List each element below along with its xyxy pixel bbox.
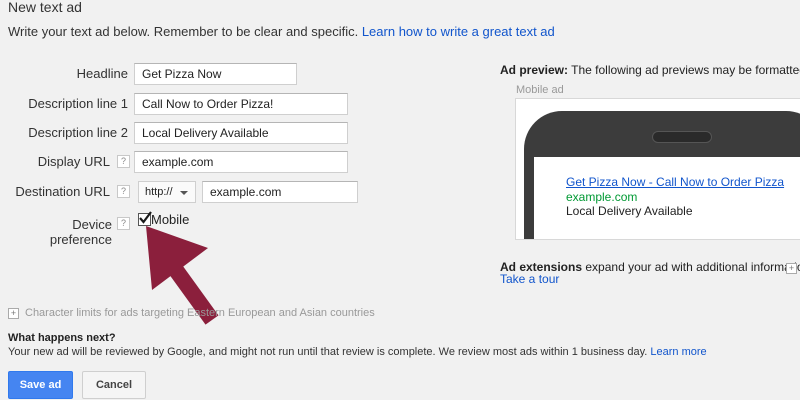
whats-next-text: Your new ad will be reviewed by Google, … [8,346,707,358]
preview-ad-url: example.com [566,190,638,204]
learn-text-ad-link[interactable]: Learn how to write a great text ad [362,24,555,39]
ad-preview-heading: Ad preview: The following ad previews ma… [500,63,800,77]
display-url-label: Display URL [37,154,110,169]
device-preference-label: Device preference [49,217,112,247]
take-a-tour-link[interactable]: Take a tour [500,272,559,286]
intro-description: Write your text ad below. Remember to be… [8,24,359,39]
extensions-expand-icon[interactable]: + [786,263,797,274]
expand-icon[interactable]: + [8,308,19,319]
protocol-select[interactable]: http:// [138,181,196,203]
description1-label: Description line 1 [28,96,128,111]
destination-url-help-icon[interactable]: ? [117,185,130,198]
char-limits-link[interactable]: Character limits for ads targeting Easte… [25,307,375,319]
whats-next-description: Your new ad will be reviewed by Google, … [8,346,648,358]
ad-preview-note: The following ad previews may be formatt… [571,63,800,77]
headline-label: Headline [76,66,128,81]
description1-input[interactable] [134,93,348,115]
phone-frame: Get Pizza Now - Call Now to Order Pizza … [524,111,800,239]
phone-speaker [652,131,712,143]
ad-extensions-note: expand your ad with additional informati… [585,260,800,274]
learn-more-link[interactable]: Learn more [650,346,706,358]
preview-ad-description: Local Delivery Available [566,204,693,218]
mobile-ad-preview: Get Pizza Now - Call Now to Order Pizza … [515,98,800,240]
device-preference-help-icon[interactable]: ? [117,217,130,230]
intro-text: Write your text ad below. Remember to be… [8,24,555,39]
protocol-value: http:// [145,186,173,198]
page-title: New text ad [8,0,82,15]
chevron-down-icon [180,191,188,195]
destination-url-label: Destination URL [15,184,110,199]
preview-ad-headline[interactable]: Get Pizza Now - Call Now to Order Pizza [566,175,784,189]
display-url-help-icon[interactable]: ? [117,155,130,168]
description2-label: Description line 2 [28,125,128,140]
phone-screen: Get Pizza Now - Call Now to Order Pizza … [534,157,800,239]
headline-input[interactable] [134,63,297,85]
display-url-input[interactable] [134,151,348,173]
description2-input[interactable] [134,122,348,144]
cancel-button[interactable]: Cancel [82,371,146,399]
save-ad-button[interactable]: Save ad [8,371,73,399]
whats-next-heading: What happens next? [8,332,116,344]
ad-preview-label: Ad preview: [500,63,569,77]
mobile-ad-caption: Mobile ad [516,84,564,96]
destination-url-input[interactable] [202,181,358,203]
